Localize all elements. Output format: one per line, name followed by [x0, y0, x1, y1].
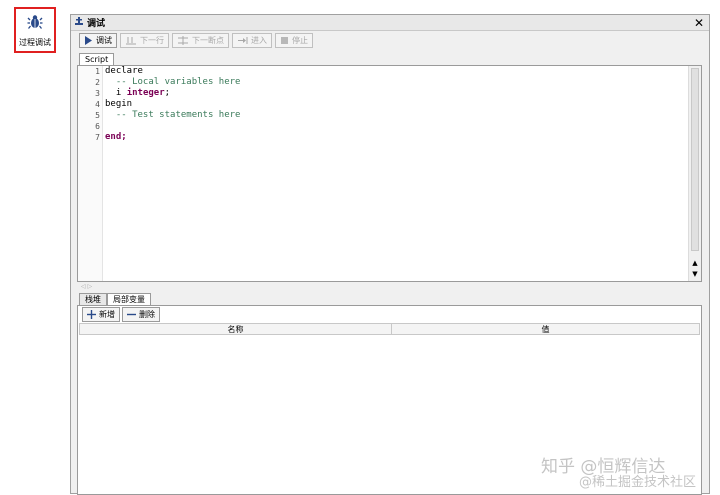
play-icon	[84, 36, 93, 45]
code-line: end;	[105, 132, 127, 142]
tab-script[interactable]: Script	[79, 53, 115, 65]
code-comment: -- Local variables here	[105, 77, 241, 87]
code-area[interactable]: declare -- Local variables here i intege…	[104, 66, 687, 281]
code-text: ;	[164, 88, 171, 98]
watermark-juejin: @稀土掘金技术社区	[579, 475, 697, 490]
debug-window: 调试 ✕ 调试 下一行 下一断点 进入 停止 Script 1 2 3 4 5 …	[70, 14, 710, 495]
next-line-label: 下一行	[140, 36, 164, 45]
next-breakpoint-icon	[177, 36, 189, 45]
code-comment: -- Test statements here	[105, 110, 241, 120]
next-line-button[interactable]: 下一行	[120, 33, 169, 48]
script-editor[interactable]: 1 2 3 4 5 6 7 declare -- Local variables…	[77, 65, 702, 282]
window-titlebar: 调试 ✕	[71, 15, 709, 31]
scroll-down-icon[interactable]: ▼	[689, 269, 701, 280]
code-text: declare	[105, 66, 143, 76]
step-into-icon	[237, 36, 248, 45]
next-breakpoint-label: 下一断点	[192, 36, 224, 45]
delete-variable-button[interactable]: 删除	[122, 307, 160, 322]
step-over-icon	[125, 36, 137, 45]
code-line: -- Test statements here	[105, 110, 241, 120]
bottom-tabs: 栈堆 局部变量	[79, 293, 151, 305]
code-line: i integer;	[105, 88, 170, 98]
step-into-button[interactable]: 进入	[232, 33, 272, 48]
line-number-gutter: 1 2 3 4 5 6 7	[78, 66, 103, 281]
tab-local-variables[interactable]: 局部变量	[107, 293, 151, 305]
bug-icon	[27, 14, 43, 33]
debug-run-label: 调试	[96, 36, 112, 45]
delete-variable-label: 删除	[139, 310, 155, 319]
tab-stack[interactable]: 栈堆	[79, 293, 107, 305]
procedure-debug-button[interactable]: 过程调试	[14, 7, 56, 53]
plus-icon	[87, 310, 96, 319]
variables-grid-header: 名称 值	[79, 323, 700, 335]
code-line: -- Local variables here	[105, 77, 241, 87]
line-number: 2	[95, 78, 100, 87]
procedure-debug-label: 过程调试	[19, 38, 51, 47]
variables-toolbar: 新增 删除	[82, 307, 160, 322]
editor-scrollbar[interactable]: ▲ ▼	[688, 66, 701, 281]
next-breakpoint-button[interactable]: 下一断点	[172, 33, 229, 48]
window-title: 调试	[87, 19, 106, 29]
scroll-up-icon[interactable]: ▲	[689, 258, 701, 269]
stop-button[interactable]: 停止	[275, 33, 313, 48]
step-into-label: 进入	[251, 36, 267, 45]
code-line: declare	[105, 66, 143, 76]
line-number: 4	[95, 100, 100, 109]
debug-run-button[interactable]: 调试	[79, 33, 117, 48]
code-keyword: end;	[105, 132, 127, 142]
scrollbar-thumb[interactable]	[691, 68, 699, 251]
code-keyword: integer	[126, 88, 165, 98]
line-number: 7	[95, 133, 100, 142]
stop-label: 停止	[292, 36, 308, 45]
line-number: 6	[95, 122, 100, 131]
close-icon[interactable]: ✕	[694, 16, 704, 30]
minus-icon	[127, 310, 136, 319]
column-header-name[interactable]: 名称	[80, 324, 392, 334]
debug-window-icon	[74, 16, 84, 29]
code-text: begin	[105, 99, 133, 109]
code-line: begin	[105, 99, 132, 109]
line-number: 3	[95, 89, 100, 98]
line-number: 1	[95, 67, 100, 76]
line-number: 5	[95, 111, 100, 120]
add-variable-label: 新增	[99, 310, 115, 319]
stop-icon	[280, 36, 289, 45]
panel-splitter[interactable]: ◁ ▷	[77, 283, 702, 291]
column-header-value[interactable]: 值	[392, 324, 699, 334]
debug-toolbar: 调试 下一行 下一断点 进入 停止	[79, 33, 313, 49]
add-variable-button[interactable]: 新增	[82, 307, 120, 322]
code-text: i	[105, 88, 127, 98]
